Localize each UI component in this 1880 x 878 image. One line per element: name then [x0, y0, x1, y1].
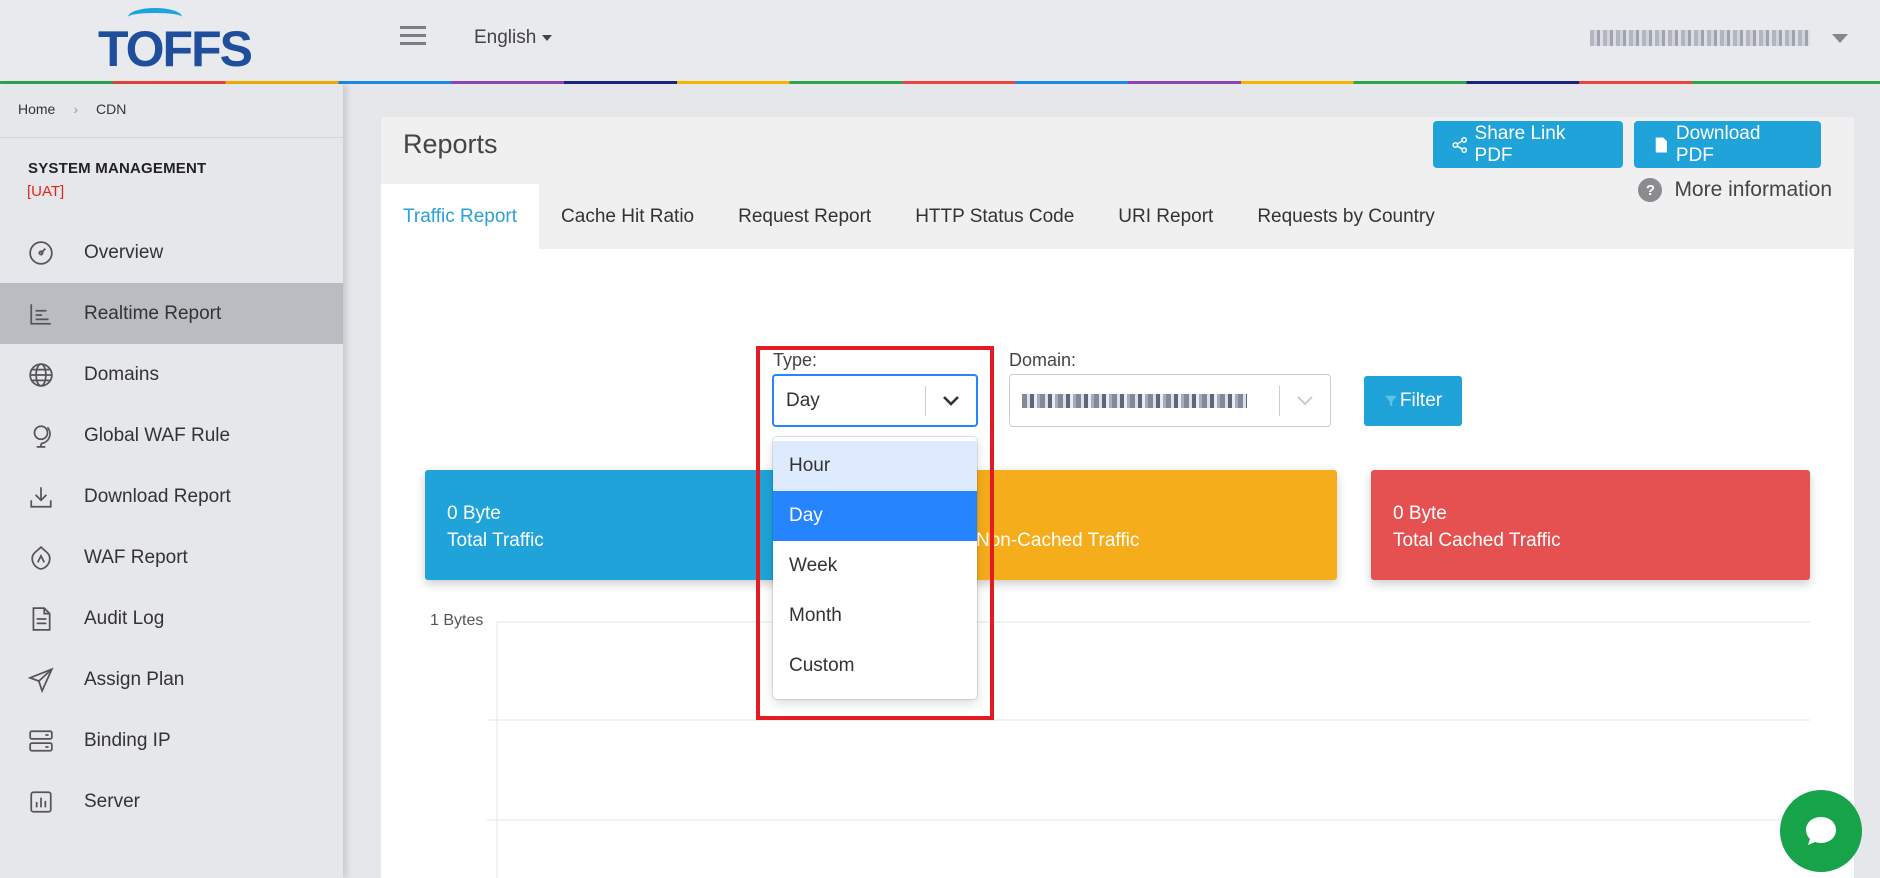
page-title: Reports	[403, 129, 498, 159]
sidebar-item-label: Global WAF Rule	[84, 424, 231, 446]
breadcrumb: Home › CDN	[0, 84, 343, 138]
sidebar-item-label: WAF Report	[84, 546, 188, 568]
sidebar-nav: Overview Realtime Report Domains Global …	[0, 222, 343, 832]
type-label: Type:	[773, 350, 818, 370]
top-bar: TOFFS English	[0, 0, 1880, 82]
language-dropdown[interactable]: English	[474, 27, 553, 49]
more-information-label: More information	[1674, 178, 1832, 201]
download-button-label: Download PDF	[1675, 122, 1761, 166]
environment-tag: [UAT]	[27, 183, 65, 200]
user-account-name-redacted[interactable]	[1590, 30, 1810, 46]
total-traffic-card: 0 Byte Total Traffic	[425, 470, 785, 580]
total-cached-traffic-card: 0 Byte Total Cached Traffic	[1371, 470, 1810, 580]
pdf-file-icon	[1655, 137, 1667, 152]
download-icon	[28, 484, 54, 510]
sidebar-item-label: Server	[84, 790, 140, 812]
type-option-hour[interactable]: Hour	[773, 441, 977, 491]
sidebar-item-assign-plan[interactable]: Assign Plan	[0, 649, 343, 710]
non-cached-traffic-value	[976, 500, 1315, 527]
sidebar: Home › CDN SYSTEM MANAGEMENT [UAT] Overvie…	[0, 84, 343, 878]
share-link-pdf-button[interactable]: Share Link PDF	[1433, 121, 1623, 168]
total-cached-traffic-value: 0 Byte	[1393, 503, 1447, 524]
type-dropdown-menu: Hour Day Week Month Custom	[773, 437, 977, 699]
type-select-value: Day	[786, 389, 820, 411]
tab-traffic-report[interactable]: Traffic Report	[381, 184, 540, 249]
tab-http-status-code[interactable]: HTTP Status Code	[893, 184, 1096, 249]
sidebar-item-domains[interactable]: Domains	[0, 344, 343, 405]
non-cached-traffic-label: Non-Cached Traffic	[976, 530, 1140, 551]
type-select[interactable]: Day	[772, 374, 978, 427]
card-header: Reports Share Link PDF Download PDF	[381, 117, 1854, 184]
user-menu-caret-icon[interactable]	[1832, 34, 1848, 43]
tab-requests-by-country[interactable]: Requests by Country	[1235, 184, 1456, 249]
sidebar-item-label: Realtime Report	[84, 302, 222, 324]
sidebar-item-label: Assign Plan	[84, 668, 185, 690]
question-circle-icon: ?	[1638, 178, 1663, 202]
domain-value-redacted	[1022, 393, 1247, 408]
sidebar-item-audit-log[interactable]: Audit Log	[0, 588, 343, 649]
tab-request-report[interactable]: Request Report	[716, 184, 893, 249]
bar-chart-icon	[28, 789, 54, 815]
chevron-down-icon[interactable]	[926, 395, 976, 407]
sidebar-item-label: Overview	[84, 241, 164, 263]
sidebar-item-download-report[interactable]: Download Report	[0, 466, 343, 527]
globe-icon	[28, 362, 54, 388]
funnel-icon	[1385, 395, 1397, 407]
domain-label: Domain:	[1009, 350, 1077, 370]
globe-stand-icon	[28, 423, 54, 449]
filter-button[interactable]: Filter	[1364, 376, 1462, 426]
tab-uri-report[interactable]: URI Report	[1096, 184, 1235, 249]
sidebar-item-waf-report[interactable]: WAF Report	[0, 527, 343, 588]
share-icon	[1452, 136, 1468, 153]
sidebar-item-realtime-report[interactable]: Realtime Report	[0, 283, 343, 344]
type-option-month[interactable]: Month	[773, 591, 977, 641]
share-button-label: Share Link PDF	[1474, 122, 1566, 166]
breadcrumb-home[interactable]: Home	[18, 101, 55, 117]
section-title: SYSTEM MANAGEMENT	[28, 160, 207, 177]
filter-button-label: Filter	[1399, 390, 1443, 411]
domain-select[interactable]	[1009, 374, 1331, 427]
sidebar-item-server[interactable]: Server	[0, 771, 343, 832]
server-icon	[28, 728, 54, 754]
sidebar-item-label: Domains	[84, 363, 159, 385]
sidebar-item-label: Binding IP	[84, 729, 171, 751]
type-option-day[interactable]: Day	[773, 491, 977, 541]
tab-cache-hit-ratio[interactable]: Cache Hit Ratio	[539, 184, 716, 249]
sidebar-item-label: Download Report	[84, 485, 231, 507]
download-pdf-button[interactable]: Download PDF	[1634, 121, 1821, 168]
chart-icon	[28, 301, 54, 327]
traffic-chart	[487, 621, 1810, 878]
sidebar-item-binding-ip[interactable]: Binding IP	[0, 710, 343, 771]
shield-icon	[28, 545, 54, 571]
hamburger-menu-icon[interactable]	[400, 26, 426, 48]
more-information-link[interactable]: ? More information	[1638, 178, 1832, 202]
paper-plane-icon	[28, 667, 54, 693]
chevron-right-icon: ›	[73, 101, 79, 117]
caret-down-icon	[542, 34, 553, 41]
language-label: English	[474, 27, 537, 48]
chat-bubble-icon	[1806, 817, 1836, 845]
breadcrumb-cdn[interactable]: CDN	[96, 101, 126, 117]
report-tabs: Traffic Report Cache Hit Ratio Request R…	[381, 184, 1854, 249]
sidebar-item-overview[interactable]: Overview	[0, 222, 343, 283]
total-traffic-label: Total Traffic	[447, 530, 544, 551]
total-traffic-value: 0 Byte	[447, 503, 501, 524]
sidebar-item-label: Audit Log	[84, 607, 165, 629]
gauge-icon	[28, 240, 54, 266]
chevron-down-icon[interactable]	[1280, 395, 1330, 407]
toffs-logo[interactable]: TOFFS	[98, 6, 253, 77]
total-cached-traffic-label: Total Cached Traffic	[1393, 530, 1561, 551]
document-icon	[28, 606, 54, 632]
type-option-custom[interactable]: Custom	[773, 641, 977, 691]
sidebar-item-global-waf-rule[interactable]: Global WAF Rule	[0, 405, 343, 466]
chat-widget-button[interactable]	[1780, 790, 1862, 872]
logo-text: TOFFS	[98, 21, 253, 77]
type-option-week[interactable]: Week	[773, 541, 977, 591]
